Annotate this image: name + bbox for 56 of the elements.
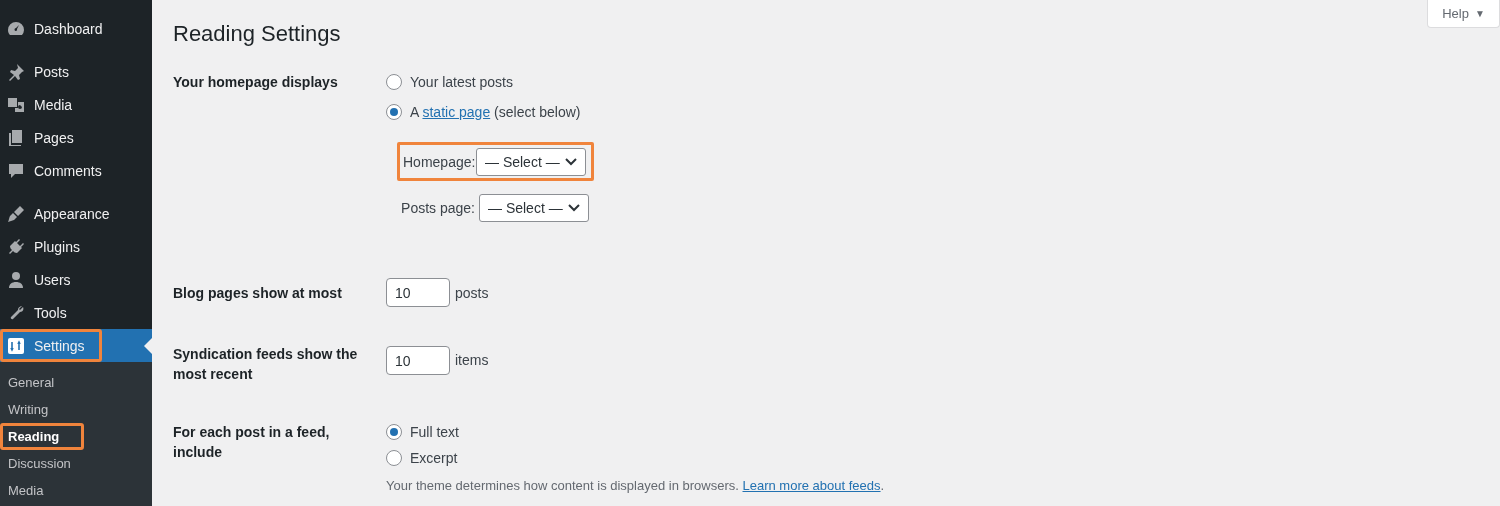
sidebar-item[interactable]: Pages — [0, 121, 152, 154]
radio-button[interactable] — [386, 74, 402, 90]
submenu-item[interactable]: Discussion — [0, 450, 152, 477]
caret-icon: ▼ — [1474, 7, 1485, 19]
submenu-item[interactable]: Media — [0, 477, 152, 504]
option-label: Excerpt — [410, 450, 458, 466]
sidebar-label: Users — [34, 271, 71, 288]
sidebar-item[interactable]: Tools — [0, 296, 152, 329]
setting-label: Your homepage displays — [173, 73, 339, 92]
sidebar-label: Tools — [34, 304, 67, 321]
sidebar-item[interactable]: Comments — [0, 154, 152, 187]
sidebar-item[interactable]: Plugins — [0, 230, 152, 263]
sidebar-item[interactable]: Settings — [0, 329, 152, 362]
page-select[interactable]: — Select — — [476, 147, 586, 176]
sidebar-label: Dashboard — [34, 20, 103, 37]
chevron-down-icon — [568, 203, 580, 212]
description-text: Your theme determines how content is displayed in browsers. Learn more about feeds. — [386, 478, 885, 493]
chevron-down-icon — [565, 157, 577, 166]
select-label: Posts page: — [400, 199, 476, 216]
sidebar-item[interactable]: Appearance — [0, 197, 152, 230]
option-label: Full text — [410, 424, 459, 440]
page-title: Reading Settings — [173, 20, 342, 48]
number-field[interactable]: 10 — [386, 346, 450, 375]
page-select[interactable]: — Select — — [479, 193, 589, 222]
static-page-link[interactable]: static page — [422, 104, 491, 120]
sidebar-label: Plugins — [34, 238, 80, 255]
setting-label: Blog pages show at most — [173, 283, 343, 303]
setting-label: For each post in a feed, include — [173, 423, 331, 462]
sidebar-label: Pages — [34, 129, 74, 146]
sidebar-label: Comments — [34, 162, 102, 179]
sidebar-label: Media — [34, 96, 73, 113]
option-label: A static page (select below) — [410, 104, 581, 120]
sidebar-label: Appearance — [34, 205, 110, 222]
number-field[interactable]: 10 — [386, 278, 450, 307]
settings-icon — [6, 335, 26, 356]
radio-button[interactable] — [386, 450, 402, 466]
unit-label: posts — [455, 284, 489, 301]
sidebar-item[interactable]: Dashboard — [0, 12, 152, 45]
radio-button[interactable] — [386, 424, 402, 440]
setting-label: Syndication feeds show the most recent — [173, 345, 359, 384]
help-button[interactable]: Help ▼ — [1427, 0, 1500, 28]
feeds-link[interactable]: Learn more about feeds — [742, 478, 881, 493]
sidebar-item[interactable]: Media — [0, 88, 152, 121]
sidebar-item[interactable]: Users — [0, 263, 152, 296]
sidebar-label: Settings — [34, 337, 85, 354]
submenu-item[interactable]: Reading — [8, 429, 60, 444]
select-label: Homepage: — [403, 153, 476, 170]
submenu-item[interactable]: Writing — [0, 396, 152, 423]
brush-icon — [6, 203, 26, 224]
sidebar-item[interactable]: Posts — [0, 55, 152, 88]
option-label: Your latest posts — [410, 74, 513, 90]
radio-button[interactable] — [386, 104, 402, 120]
sidebar-label: Posts — [34, 63, 69, 80]
user-icon — [6, 269, 26, 290]
unit-label: items — [455, 351, 489, 370]
submenu-item[interactable]: General — [0, 369, 152, 396]
